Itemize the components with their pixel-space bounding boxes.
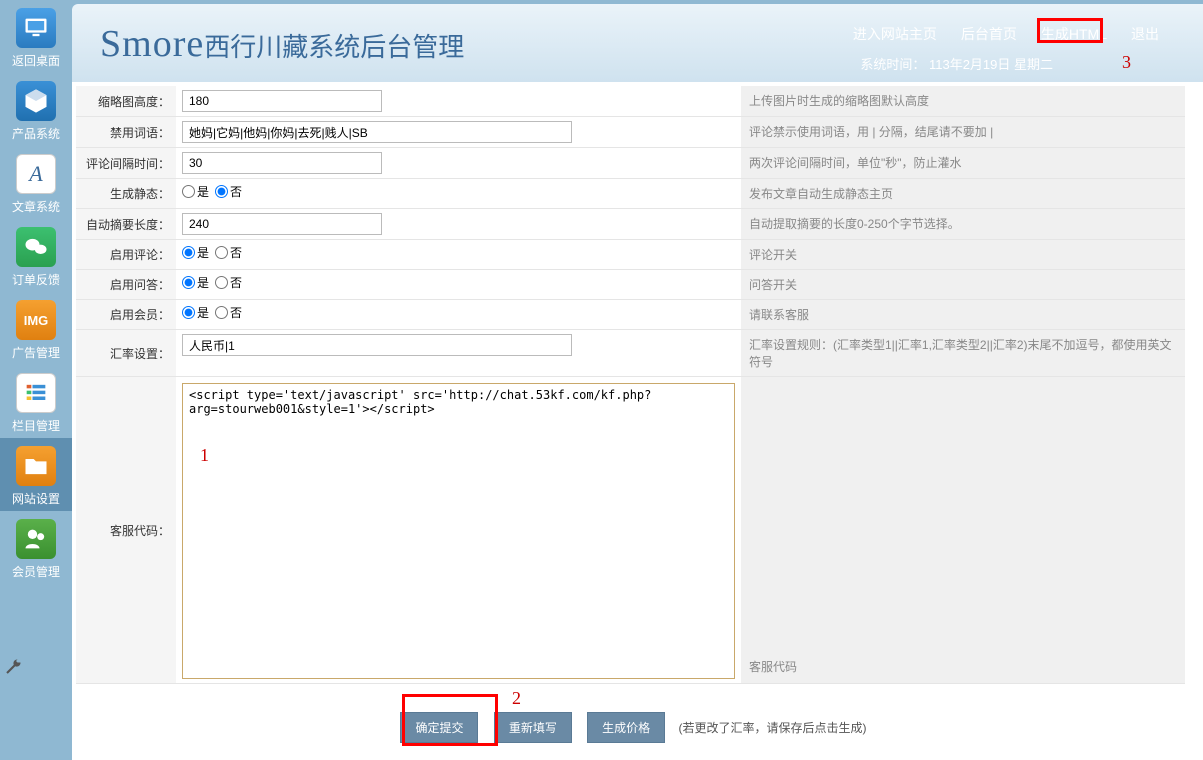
row-banword: 禁用词语： 评论禁示使用词语，用 | 分隔，结尾请不要加 | (76, 117, 1185, 148)
folder-icon (16, 446, 56, 486)
sidebar-item-column[interactable]: 栏目管理 (0, 365, 72, 438)
sidebar-item-order[interactable]: 订单反馈 (0, 219, 72, 292)
hint-qa: 问答开关 (741, 270, 1185, 299)
document-icon: A (16, 154, 56, 194)
cube-icon (16, 81, 56, 121)
users-icon (16, 519, 56, 559)
sidebar-item-label: 栏目管理 (0, 417, 72, 434)
hint-static: 发布文章自动生成静态主页 (741, 179, 1185, 208)
brand-title: Smore西行川藏系统后台管理 (100, 22, 464, 66)
label-kf: 客服代码： (76, 377, 176, 683)
row-member: 启用会员： 是 否 请联系客服 (76, 300, 1185, 330)
label-interval: 评论间隔时间： (76, 148, 176, 178)
hint-comment: 评论开关 (741, 240, 1185, 269)
gen-price-button[interactable]: 生成价格 (587, 712, 665, 743)
wrench-icon[interactable] (4, 658, 22, 676)
row-static: 生成静态： 是 否 发布文章自动生成静态主页 (76, 179, 1185, 209)
reset-button[interactable]: 重新填写 (494, 712, 572, 743)
hint-summary: 自动提取摘要的长度0-250个字节选择。 (741, 209, 1185, 239)
image-icon: IMG (16, 300, 56, 340)
label-thumb: 缩略图高度： (76, 86, 176, 116)
input-interval[interactable] (182, 152, 382, 174)
nav-site-home[interactable]: 进入网站主页 (853, 24, 937, 44)
sidebar-item-ads[interactable]: IMG 广告管理 (0, 292, 72, 365)
sidebar-item-product[interactable]: 产品系统 (0, 73, 72, 146)
row-summary: 自动摘要长度： 自动提取摘要的长度0-250个字节选择。 (76, 209, 1185, 240)
radio-qa-no[interactable]: 否 (215, 274, 242, 291)
input-thumb-height[interactable] (182, 90, 382, 112)
sidebar-item-label: 网站设置 (0, 490, 72, 507)
label-qa: 启用问答： (76, 270, 176, 299)
radio-comment-yes[interactable]: 是 (182, 244, 209, 261)
monitor-icon (16, 8, 56, 48)
row-qa: 启用问答： 是 否 问答开关 (76, 270, 1185, 300)
list-icon (16, 373, 56, 413)
row-rate: 汇率设置： 汇率设置规则：(汇率类型1||汇率1,汇率类型2||汇率2)末尾不加… (76, 330, 1185, 377)
nav-gen-html[interactable]: 生成HTML (1041, 24, 1107, 44)
system-time: 系统时间： 113年2月19日 星期二 (860, 54, 1053, 73)
main: Smore西行川藏系统后台管理 进入网站主页 后台首页 生成HTML 退出 3 … (72, 0, 1203, 760)
label-banword: 禁用词语： (76, 117, 176, 147)
row-kf: 客服代码： <script type='text/javascript' src… (76, 377, 1185, 684)
hint-member: 请联系客服 (741, 300, 1185, 329)
top-nav: 进入网站主页 后台首页 生成HTML 退出 (853, 24, 1159, 44)
sidebar-item-label: 文章系统 (0, 198, 72, 215)
label-comment: 启用评论： (76, 240, 176, 269)
nav-admin-home[interactable]: 后台首页 (961, 24, 1017, 44)
hint-kf: 客服代码 (741, 377, 1185, 683)
input-summary[interactable] (182, 213, 382, 235)
radio-static-no[interactable]: 否 (215, 183, 242, 200)
sidebar-item-member[interactable]: 会员管理 (0, 511, 72, 584)
sidebar-item-settings[interactable]: 网站设置 (0, 438, 72, 511)
form-actions: 确定提交 重新填写 生成价格 (若更改了汇率，请保存后点击生成) 2 (76, 684, 1185, 755)
hint-banword: 评论禁示使用词语，用 | 分隔，结尾请不要加 | (741, 117, 1185, 147)
row-interval: 评论间隔时间： 两次评论间隔时间，单位"秒"，防止灌水 (76, 148, 1185, 179)
radio-member-yes[interactable]: 是 (182, 304, 209, 321)
radio-qa-yes[interactable]: 是 (182, 274, 209, 291)
sidebar-item-label: 广告管理 (0, 344, 72, 361)
sidebar-item-label: 返回桌面 (0, 52, 72, 69)
label-summary: 自动摘要长度： (76, 209, 176, 239)
radio-comment-no[interactable]: 否 (215, 244, 242, 261)
header: Smore西行川藏系统后台管理 进入网站主页 后台首页 生成HTML 退出 3 … (72, 4, 1203, 82)
hint-rate: 汇率设置规则：(汇率类型1||汇率1,汇率类型2||汇率2)末尾不加逗号，都使用… (741, 330, 1185, 376)
sidebar: 返回桌面 产品系统 A 文章系统 订单反馈 IMG 广告管理 栏目管理 网站设置 (0, 0, 72, 760)
radio-static-yes[interactable]: 是 (182, 183, 209, 200)
textarea-kf-code[interactable]: <script type='text/javascript' src='http… (182, 383, 735, 679)
sidebar-item-label: 会员管理 (0, 563, 72, 580)
annotation-2: 2 (512, 688, 521, 709)
nav-logout[interactable]: 退出 (1131, 24, 1159, 44)
submit-button[interactable]: 确定提交 (400, 712, 478, 743)
annotation-3: 3 (1122, 52, 1131, 73)
input-banword[interactable] (182, 121, 572, 143)
sidebar-item-article[interactable]: A 文章系统 (0, 146, 72, 219)
sidebar-item-label: 订单反馈 (0, 271, 72, 288)
content-panel: 缩略图高度： 上传图片时生成的缩略图默认高度 禁用词语： 评论禁示使用词语，用 … (72, 82, 1203, 760)
label-member: 启用会员： (76, 300, 176, 329)
actions-note: (若更改了汇率，请保存后点击生成) (679, 721, 867, 735)
input-rate[interactable] (182, 334, 572, 356)
row-comment: 启用评论： 是 否 评论开关 (76, 240, 1185, 270)
radio-member-no[interactable]: 否 (215, 304, 242, 321)
label-static: 生成静态： (76, 179, 176, 208)
sidebar-item-desktop[interactable]: 返回桌面 (0, 0, 72, 73)
chat-icon (16, 227, 56, 267)
row-thumb-height: 缩略图高度： 上传图片时生成的缩略图默认高度 (76, 86, 1185, 117)
sidebar-item-label: 产品系统 (0, 125, 72, 142)
label-rate: 汇率设置： (76, 330, 176, 376)
hint-thumb: 上传图片时生成的缩略图默认高度 (741, 86, 1185, 116)
hint-interval: 两次评论间隔时间，单位"秒"，防止灌水 (741, 148, 1185, 178)
